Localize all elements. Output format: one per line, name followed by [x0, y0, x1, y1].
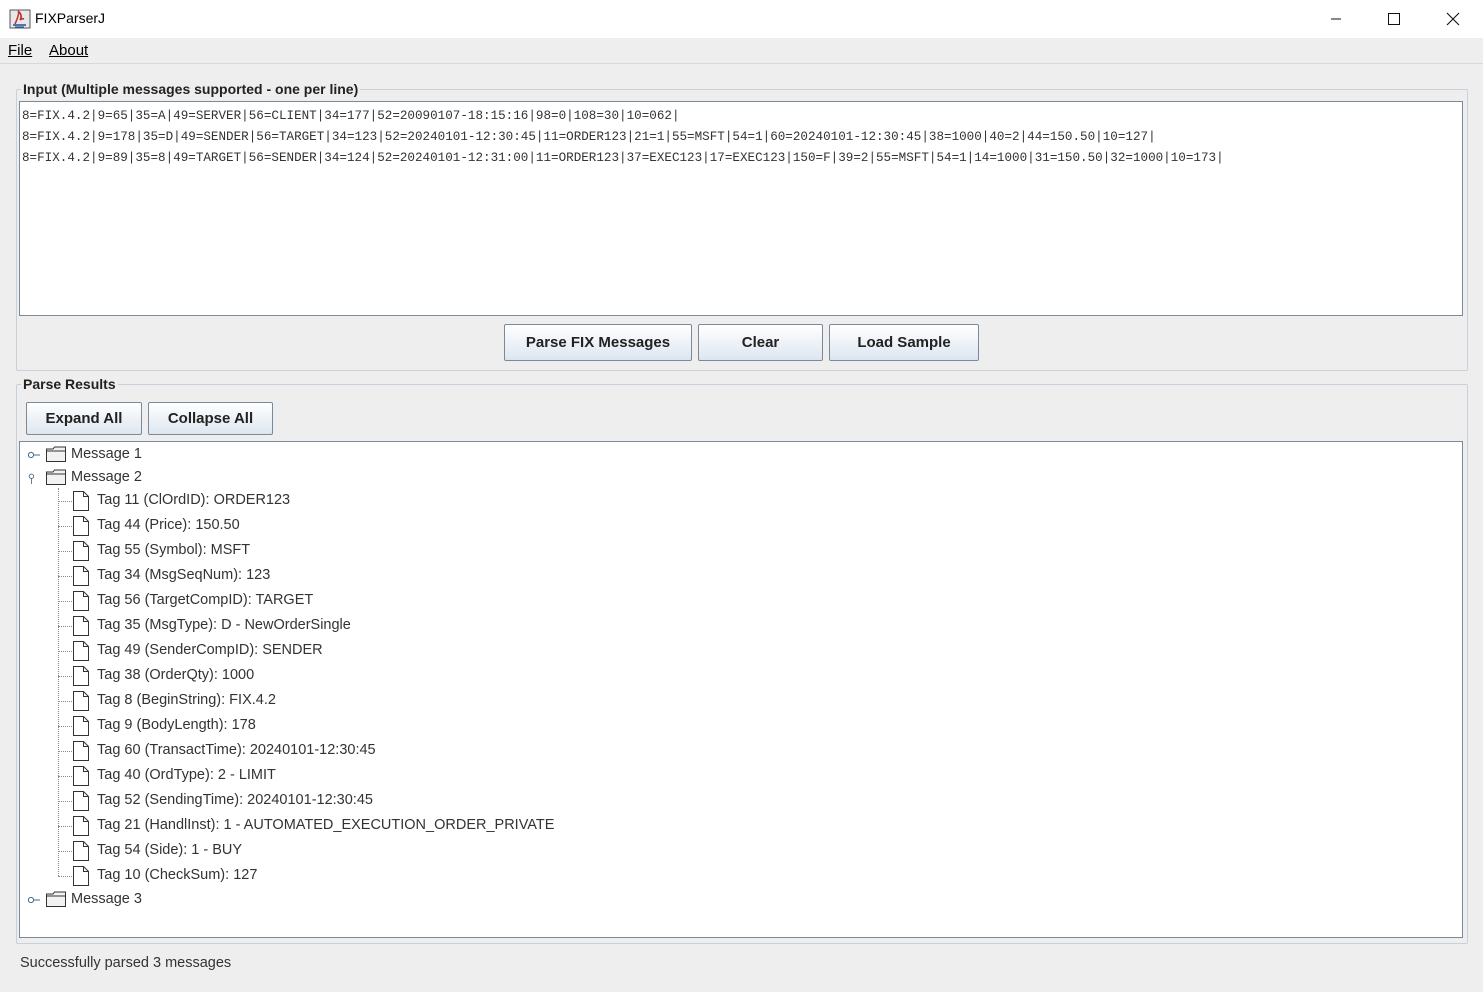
- tree-guide-branch: [58, 876, 72, 877]
- tree-node-field[interactable]: Tag 54 (Side): 1 - BUY: [97, 842, 242, 858]
- close-icon: [1446, 12, 1460, 26]
- tree-node-field[interactable]: Tag 56 (TargetCompID): TARGET: [97, 592, 313, 608]
- results-group-title: Parse Results: [21, 376, 118, 392]
- title-bar: FIXParserJ: [0, 0, 1483, 38]
- window-title: FIXParserJ: [35, 10, 106, 26]
- tree-node-field[interactable]: Tag 38 (OrderQty): 1000: [97, 667, 254, 683]
- close-button[interactable]: [1424, 0, 1482, 38]
- minimize-button[interactable]: [1307, 0, 1365, 38]
- input-group-title: Input (Multiple messages supported - one…: [21, 81, 361, 97]
- tree-node-field[interactable]: Tag 35 (MsgType): D - NewOrderSingle: [97, 617, 351, 633]
- tree-guide-branch: [58, 851, 72, 852]
- document-leaf-icon: [73, 741, 89, 761]
- fix-input-textarea[interactable]: 8=FIX.4.2|9=65|35=A|49=SERVER|56=CLIENT|…: [19, 101, 1463, 316]
- minimize-icon: [1331, 18, 1341, 20]
- input-line-1: 8=FIX.4.2|9=65|35=A|49=SERVER|56=CLIENT|…: [22, 109, 680, 123]
- tree-guide-branch: [58, 601, 72, 602]
- document-leaf-icon: [73, 766, 89, 786]
- expanded-toggle-icon[interactable]: [27, 472, 41, 484]
- collapsed-toggle-icon[interactable]: [27, 894, 41, 906]
- tree-guide-branch: [58, 651, 72, 652]
- collapse-all-button[interactable]: Collapse All: [148, 402, 273, 435]
- document-leaf-icon: [73, 816, 89, 836]
- tree-guide-branch: [58, 576, 72, 577]
- tree-guide-branch: [58, 551, 72, 552]
- tree-node-field[interactable]: Tag 11 (ClOrdID): ORDER123: [97, 492, 290, 508]
- tree-node-message-1[interactable]: Message 1: [71, 446, 142, 462]
- tree-guide-branch: [58, 676, 72, 677]
- tree-node-field[interactable]: Tag 40 (OrdType): 2 - LIMIT: [97, 767, 276, 783]
- tree-node-message-3[interactable]: Message 3: [71, 891, 142, 907]
- tree-node-field[interactable]: Tag 60 (TransactTime): 20240101-12:30:45: [97, 742, 376, 758]
- document-leaf-icon: [73, 616, 89, 636]
- open-folder-icon: [46, 469, 66, 485]
- document-leaf-icon: [73, 716, 89, 736]
- java-app-icon: [9, 9, 31, 29]
- status-text: Successfully parsed 3 messages: [20, 955, 232, 971]
- menu-about[interactable]: About: [49, 42, 88, 59]
- document-leaf-icon: [73, 666, 89, 686]
- menu-bar: File About: [0, 38, 1483, 64]
- results-tree[interactable]: Message 1 Message 2 Tag 11 (ClOrdID): OR…: [19, 441, 1463, 938]
- document-leaf-icon: [73, 566, 89, 586]
- tree-guide-branch: [58, 801, 72, 802]
- folder-icon: [46, 446, 66, 462]
- menu-file[interactable]: File: [8, 42, 32, 59]
- tree-guide-branch: [58, 726, 72, 727]
- tree-node-message-2[interactable]: Message 2: [71, 469, 142, 485]
- tree-node-field[interactable]: Tag 49 (SenderCompID): SENDER: [97, 642, 323, 658]
- tree-node-field[interactable]: Tag 10 (CheckSum): 127: [97, 867, 257, 883]
- clear-button[interactable]: Clear: [698, 324, 823, 361]
- tree-guide-branch: [58, 776, 72, 777]
- document-leaf-icon: [73, 591, 89, 611]
- document-leaf-icon: [73, 791, 89, 811]
- document-leaf-icon: [73, 691, 89, 711]
- tree-node-field[interactable]: Tag 34 (MsgSeqNum): 123: [97, 567, 270, 583]
- tree-guide-branch: [58, 501, 72, 502]
- tree-guide-branch: [58, 626, 72, 627]
- tree-guide-branch: [58, 751, 72, 752]
- tree-guide-branch: [58, 826, 72, 827]
- tree-node-field[interactable]: Tag 55 (Symbol): MSFT: [97, 542, 250, 558]
- maximize-button[interactable]: [1365, 0, 1423, 38]
- input-line-3: 8=FIX.4.2|9=89|35=8|49=TARGET|56=SENDER|…: [22, 151, 1224, 165]
- document-leaf-icon: [73, 491, 89, 511]
- document-leaf-icon: [73, 866, 89, 886]
- tree-guide-branch: [58, 526, 72, 527]
- folder-icon: [46, 891, 66, 907]
- tree-guide-branch: [58, 701, 72, 702]
- tree-node-field[interactable]: Tag 21 (HandlInst): 1 - AUTOMATED_EXECUT…: [97, 817, 554, 833]
- tree-node-field[interactable]: Tag 8 (BeginString): FIX.4.2: [97, 692, 276, 708]
- maximize-icon: [1388, 13, 1400, 25]
- document-leaf-icon: [73, 841, 89, 861]
- input-line-2: 8=FIX.4.2|9=178|35=D|49=SENDER|56=TARGET…: [22, 130, 1156, 144]
- tree-node-field[interactable]: Tag 52 (SendingTime): 20240101-12:30:45: [97, 792, 373, 808]
- load-sample-button[interactable]: Load Sample: [829, 324, 979, 361]
- document-leaf-icon: [73, 516, 89, 536]
- tree-node-field[interactable]: Tag 9 (BodyLength): 178: [97, 717, 256, 733]
- document-leaf-icon: [73, 541, 89, 561]
- collapsed-toggle-icon[interactable]: [27, 449, 41, 461]
- tree-node-field[interactable]: Tag 44 (Price): 150.50: [97, 517, 240, 533]
- parse-button[interactable]: Parse FIX Messages: [504, 324, 692, 361]
- expand-all-button[interactable]: Expand All: [26, 402, 142, 435]
- tree-guide-line: [58, 488, 59, 876]
- document-leaf-icon: [73, 641, 89, 661]
